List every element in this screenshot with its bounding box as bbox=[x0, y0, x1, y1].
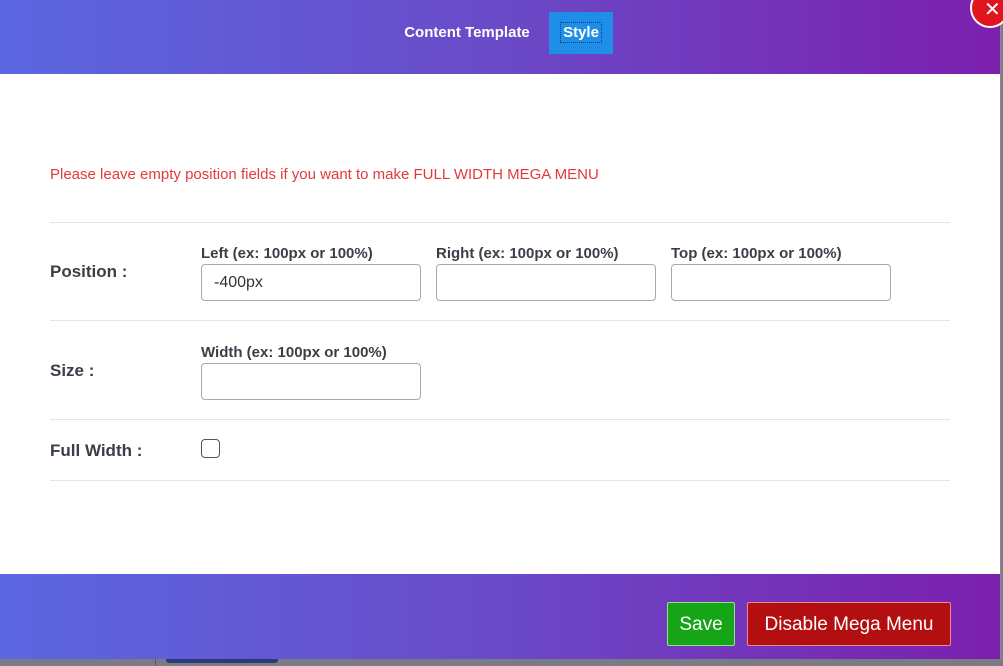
divider bbox=[50, 480, 950, 481]
left-position-input[interactable] bbox=[201, 264, 421, 301]
close-icon: ✕ bbox=[984, 0, 1001, 21]
background-tab bbox=[166, 659, 278, 663]
full-width-label: Full Width : bbox=[50, 441, 143, 460]
right-field-label: Right (ex: 100px or 100%) bbox=[436, 245, 619, 262]
background-page bbox=[0, 659, 1003, 666]
right-position-input[interactable] bbox=[436, 264, 656, 301]
full-width-notice: Please leave empty position fields if yo… bbox=[50, 166, 599, 183]
save-button[interactable]: Save bbox=[667, 602, 735, 646]
full-width-checkbox[interactable] bbox=[201, 439, 220, 458]
top-field-label: Top (ex: 100px or 100%) bbox=[671, 245, 842, 262]
tab-content-template[interactable]: Content Template bbox=[386, 12, 548, 54]
modal-footer: Save Disable Mega Menu bbox=[0, 574, 1000, 659]
width-input[interactable] bbox=[201, 363, 421, 400]
modal-header: Content Template Style bbox=[0, 0, 1000, 74]
background-separator bbox=[155, 659, 156, 666]
left-field-label: Left (ex: 100px or 100%) bbox=[201, 245, 373, 262]
tab-style[interactable]: Style bbox=[549, 12, 613, 54]
disable-mega-menu-button[interactable]: Disable Mega Menu bbox=[747, 602, 951, 646]
divider bbox=[50, 222, 950, 223]
divider bbox=[50, 419, 950, 420]
size-label: Size : bbox=[50, 361, 95, 380]
divider bbox=[50, 320, 950, 321]
mega-menu-modal: Content Template Style Please leave empt… bbox=[0, 0, 1001, 659]
top-position-input[interactable] bbox=[671, 264, 891, 301]
tab-style-label: Style bbox=[560, 22, 602, 43]
position-label: Position : bbox=[50, 262, 128, 281]
width-field-label: Width (ex: 100px or 100%) bbox=[201, 344, 387, 361]
